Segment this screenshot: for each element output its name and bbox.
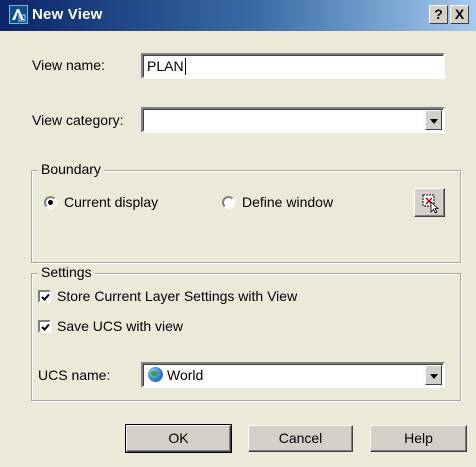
ucs-name-label: UCS name: <box>38 367 111 383</box>
ucs-name-dropdown[interactable]: World <box>141 362 445 388</box>
chevron-down-icon <box>430 119 438 124</box>
view-name-value: PLAN <box>147 58 184 74</box>
store-layer-label[interactable]: Store Current Layer Settings with View <box>57 288 297 304</box>
define-window-pick-button[interactable] <box>414 188 445 217</box>
ucs-name-dropdown-button[interactable] <box>425 365 442 385</box>
help-title-button[interactable]: ? <box>429 5 448 24</box>
view-category-label: View category: <box>32 112 124 128</box>
current-display-radio[interactable] <box>44 196 57 209</box>
window-title: New View <box>32 6 103 23</box>
current-display-label[interactable]: Current display <box>64 194 158 210</box>
window-pick-icon <box>422 194 440 214</box>
save-ucs-label[interactable]: Save UCS with view <box>57 318 183 334</box>
view-category-dropdown[interactable] <box>141 107 445 133</box>
autocad-icon <box>9 5 28 24</box>
help-button[interactable]: Help <box>370 425 467 452</box>
view-name-label: View name: <box>32 57 105 73</box>
checkmark-icon <box>41 323 50 331</box>
title-bar[interactable]: New View ? X <box>0 0 476 31</box>
define-window-label[interactable]: Define window <box>242 194 333 210</box>
define-window-radio[interactable] <box>222 196 235 209</box>
store-layer-checkbox[interactable] <box>38 290 51 303</box>
ucs-name-value: World <box>167 367 204 383</box>
ok-button[interactable]: OK <box>125 424 232 453</box>
save-ucs-checkbox[interactable] <box>38 320 51 333</box>
view-category-dropdown-button[interactable] <box>425 110 442 130</box>
view-name-input[interactable]: PLAN <box>141 53 445 79</box>
checkmark-icon <box>41 293 50 301</box>
cancel-button[interactable]: Cancel <box>248 425 353 452</box>
close-button[interactable]: X <box>450 5 469 24</box>
text-caret <box>185 58 186 75</box>
boundary-group <box>31 170 461 263</box>
settings-group-title: Settings <box>38 264 95 280</box>
chevron-down-icon <box>430 374 438 379</box>
boundary-group-title: Boundary <box>38 161 104 177</box>
radio-selected-dot <box>48 200 53 205</box>
globe-icon <box>148 367 163 382</box>
